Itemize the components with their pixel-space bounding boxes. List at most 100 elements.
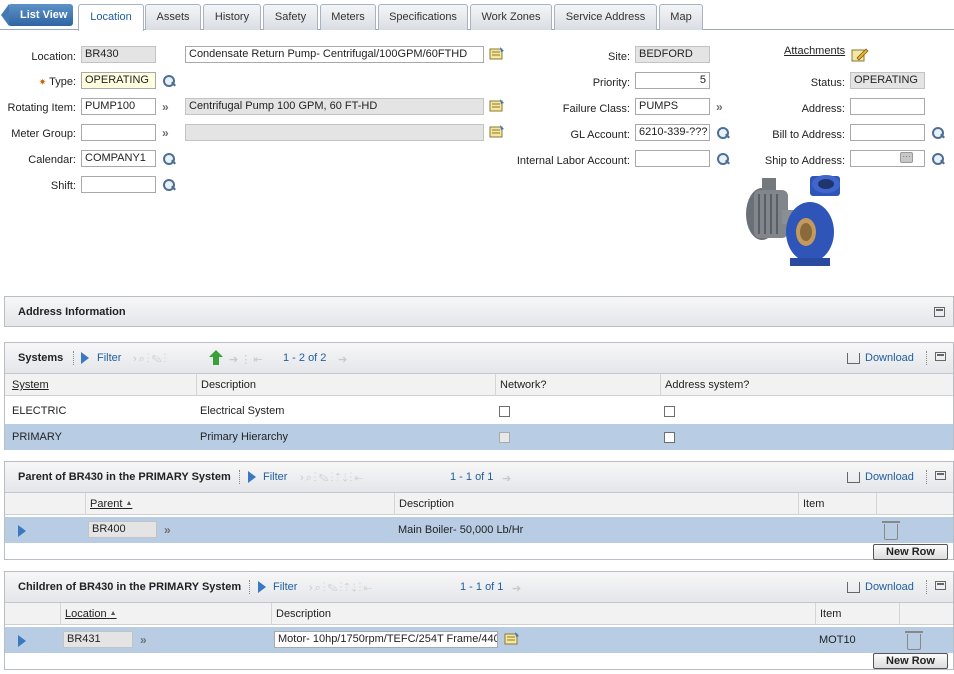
ship-to-lookup-icon[interactable] xyxy=(931,152,945,166)
next-page-disabled: ➔ xyxy=(338,354,350,366)
column-system[interactable]: System xyxy=(8,374,49,396)
address-label: Address: xyxy=(801,103,845,115)
internal-labor-account-label: Internal Labor Account: xyxy=(516,155,630,167)
delete-row-icon[interactable] xyxy=(882,521,900,540)
meter-group-label: Meter Group: xyxy=(11,128,76,140)
type-label-text: Type: xyxy=(49,76,76,88)
tab-service-address[interactable]: Service Address xyxy=(554,4,657,30)
filter-link[interactable]: Filter xyxy=(263,471,287,483)
priority-field[interactable]: 5 xyxy=(635,72,710,89)
next-page-disabled: ➔ xyxy=(512,583,524,595)
status-field: OPERATING xyxy=(850,72,925,89)
tab-safety[interactable]: Safety xyxy=(263,4,318,30)
address-field[interactable] xyxy=(850,98,925,115)
collapse-section-icon[interactable] xyxy=(935,581,946,590)
row-details-icon[interactable] xyxy=(18,635,26,647)
calendar-field[interactable]: COMPANY1 xyxy=(81,150,156,167)
gl-account-lookup-icon[interactable] xyxy=(716,126,730,140)
attachments-icon[interactable] xyxy=(851,47,869,63)
table-row[interactable]: PRIMARY Primary Hierarchy xyxy=(5,424,953,450)
rotating-item-description: Centrifugal Pump 100 GPM, 60 FT-HD xyxy=(185,98,484,115)
new-row-button[interactable]: New Row xyxy=(873,544,948,560)
address-system-checkbox[interactable] xyxy=(664,406,675,417)
column-actions xyxy=(876,493,881,515)
sort-ascending-icon[interactable]: ▲ xyxy=(110,610,117,617)
go-to-rotating-item-icon[interactable]: » xyxy=(162,100,168,114)
shift-field[interactable] xyxy=(81,176,156,193)
shift-lookup-icon[interactable] xyxy=(162,178,176,192)
tab-specifications[interactable]: Specifications xyxy=(378,4,468,30)
ship-to-address-field[interactable] xyxy=(850,150,925,167)
tab-history[interactable]: History xyxy=(203,4,261,30)
more-options-icon[interactable]: ··· xyxy=(900,152,913,163)
location-description-field[interactable]: Condensate Return Pump- Centrifugal/100G… xyxy=(185,46,484,63)
new-row-button[interactable]: New Row xyxy=(873,653,948,669)
tab-map[interactable]: Map xyxy=(659,4,703,30)
bill-to-lookup-icon[interactable] xyxy=(931,126,945,140)
network-checkbox[interactable] xyxy=(499,406,510,417)
download-link[interactable]: Download xyxy=(865,581,914,593)
tab-location[interactable]: Location xyxy=(78,4,144,31)
internal-labor-lookup-icon[interactable] xyxy=(716,152,730,166)
go-to-parent-icon[interactable]: » xyxy=(164,523,170,537)
gl-account-field[interactable]: 6210-339-??? xyxy=(635,124,710,141)
meter-group-field[interactable] xyxy=(81,124,156,141)
location-label: Location: xyxy=(31,51,76,63)
rotating-item-field[interactable]: PUMP100 xyxy=(81,98,156,115)
tab-assets[interactable]: Assets xyxy=(145,4,201,30)
sort-ascending-icon[interactable]: ▲ xyxy=(125,500,132,507)
next-page-disabled: ➔ xyxy=(502,473,514,485)
tab-bar: List View Location Assets History Safety… xyxy=(0,0,954,31)
internal-labor-account-field[interactable] xyxy=(635,150,710,167)
column-parent[interactable]: Parent ▲ xyxy=(85,493,132,515)
parent-field: BR400 xyxy=(88,521,157,538)
location-field: BR430 xyxy=(81,46,156,63)
collapse-section-icon[interactable] xyxy=(935,352,946,361)
tab-work-zones[interactable]: Work Zones xyxy=(470,4,552,30)
go-to-location-icon[interactable]: » xyxy=(140,633,146,647)
go-up-icon[interactable] xyxy=(209,350,223,365)
download-icon[interactable] xyxy=(847,472,860,483)
long-description-icon[interactable] xyxy=(504,632,520,646)
table-row[interactable]: ELECTRIC Electrical System xyxy=(5,398,953,424)
address-system-checkbox[interactable] xyxy=(664,432,675,443)
address-information-title[interactable]: Address Information xyxy=(18,306,126,318)
download-link[interactable]: Download xyxy=(865,471,914,483)
filter-link[interactable]: Filter xyxy=(273,581,297,593)
row-details-icon[interactable] xyxy=(18,525,26,537)
children-title: Children of BR430 in the PRIMARY System xyxy=(18,581,242,593)
type-lookup-icon[interactable] xyxy=(162,74,176,88)
attachments-link[interactable]: Attachments xyxy=(784,45,845,57)
type-field[interactable]: OPERATING xyxy=(81,72,156,89)
child-description-field[interactable]: Motor- 10hp/1750rpm/TEFC/254T Frame/440 xyxy=(274,631,498,648)
site-field: BEDFORD xyxy=(635,46,710,63)
delete-row-icon[interactable] xyxy=(905,631,923,650)
filter-link[interactable]: Filter xyxy=(97,352,121,364)
download-icon[interactable] xyxy=(847,582,860,593)
child-location-field: BR431 xyxy=(63,631,133,648)
column-location[interactable]: Location ▲ xyxy=(60,603,117,625)
separator xyxy=(73,351,74,365)
rotating-item-label: Rotating Item: xyxy=(7,102,76,114)
go-to-meter-group-icon[interactable]: » xyxy=(162,126,168,140)
table-row[interactable]: BR431 » Motor- 10hp/1750rpm/TEFC/254T Fr… xyxy=(5,627,953,653)
filter-icon[interactable] xyxy=(248,471,256,483)
system-cell: PRIMARY xyxy=(12,431,62,443)
item-cell xyxy=(798,517,873,543)
column-select xyxy=(5,493,85,515)
filter-icon[interactable] xyxy=(258,581,266,593)
tab-meters[interactable]: Meters xyxy=(320,4,376,30)
address-information-section: Address Information xyxy=(4,296,954,327)
collapse-section-icon[interactable] xyxy=(935,471,946,480)
table-row[interactable]: BR400 » Main Boiler- 50,000 Lb/Hr xyxy=(5,517,953,543)
download-icon[interactable] xyxy=(847,353,860,364)
bill-to-address-field[interactable] xyxy=(850,124,925,141)
go-to-failure-class-icon[interactable]: » xyxy=(716,100,722,114)
bill-to-address-label: Bill to Address: xyxy=(772,129,845,141)
expand-section-icon[interactable] xyxy=(934,307,945,317)
list-view-button[interactable]: List View xyxy=(1,4,73,26)
filter-icon[interactable] xyxy=(81,352,89,364)
failure-class-field[interactable]: PUMPS xyxy=(635,98,710,115)
calendar-lookup-icon[interactable] xyxy=(162,152,176,166)
download-link[interactable]: Download xyxy=(865,352,914,364)
